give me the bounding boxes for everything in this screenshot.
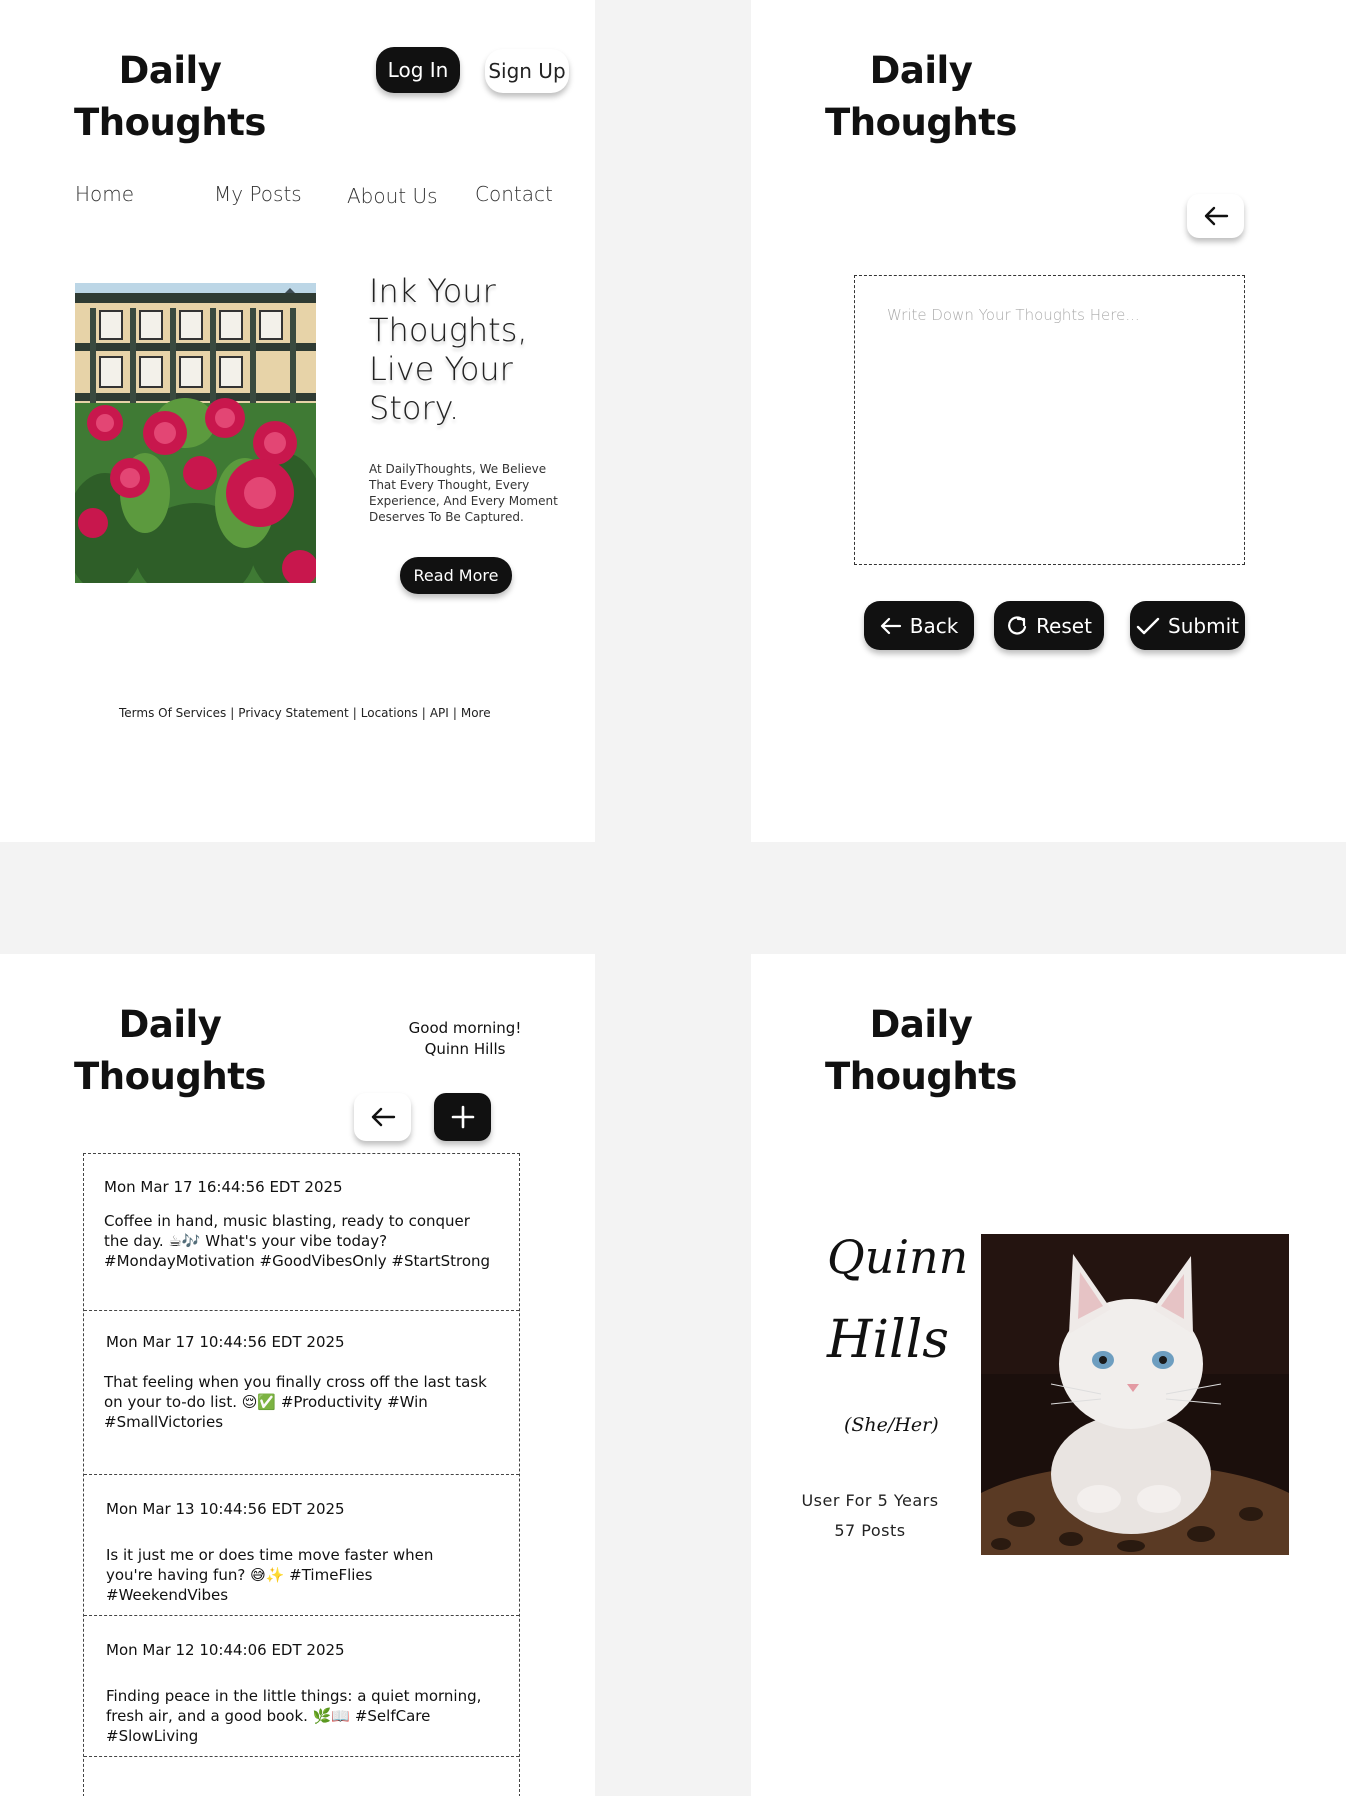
greeting: Good morning! Quinn Hills [390,1018,540,1060]
footer-link-more[interactable]: More [461,706,491,720]
profile-last-name: Hills [827,1310,949,1370]
footer-link-locations[interactable]: Locations [361,706,418,720]
back-button[interactable]: Back [864,601,974,650]
post-text: Is it just me or does time move faster w… [106,1546,434,1604]
brand-logo[interactable]: Daily Thoughts [821,999,1021,1103]
nav-contact[interactable]: Contact [475,182,553,206]
nav-about-us[interactable]: About Us [347,184,438,208]
submit-button[interactable]: Submit [1130,601,1245,650]
check-icon [1136,617,1160,634]
hero-blurb: At DailyThoughts, We Believe That Every … [369,462,558,524]
signup-button[interactable]: Sign Up [485,49,569,93]
reset-button[interactable]: Reset [994,601,1104,650]
new-post-button[interactable] [434,1093,491,1141]
profile-post-count: 57 Posts [834,1521,906,1540]
login-button[interactable]: Log In [376,47,460,93]
post-text: Coffee in hand, music blasting, ready to… [104,1212,491,1270]
thought-input[interactable] [855,276,1244,564]
profile-avatar-cat [981,1234,1289,1555]
arrow-left-icon [1204,206,1228,226]
post-text: That feeling when you finally cross off … [104,1373,487,1431]
profile-first-name: Quinn [827,1230,969,1284]
footer-link-privacy[interactable]: Privacy Statement [238,706,348,720]
post-date: Mon Mar 17 16:44:56 EDT 2025 [104,1178,343,1196]
profile-tenure: User For 5 Years [801,1491,939,1510]
post-card[interactable]: Mon Mar 17 16:44:56 EDT 2025 Coffee in h… [84,1154,519,1311]
brand-logo[interactable]: Daily Thoughts [70,45,270,149]
post-date: Mon Mar 13 10:44:56 EDT 2025 [106,1500,345,1518]
post-card[interactable] [84,1757,519,1796]
read-more-button[interactable]: Read More [400,557,512,594]
back-arrow-button[interactable] [354,1093,411,1141]
hero-flower-image [75,283,316,583]
arrow-left-icon [880,617,901,634]
post-feed: Mon Mar 17 16:44:56 EDT 2025 Coffee in h… [83,1153,520,1796]
post-text: Finding peace in the little things: a qu… [106,1687,482,1745]
footer-links: Terms Of Services | Privacy Statement | Loca… [119,706,491,720]
post-date: Mon Mar 17 10:44:56 EDT 2025 [106,1333,345,1351]
refresh-icon [1008,615,1027,635]
back-arrow-button[interactable] [1187,194,1244,238]
nav-my-posts[interactable]: My Posts [214,182,302,206]
profile-page: Daily Thoughts Quinn Hills (She/Her) Use… [751,954,1346,1796]
post-card[interactable]: Mon Mar 13 10:44:56 EDT 2025 Is it just … [84,1475,519,1616]
footer-link-terms[interactable]: Terms Of Services [119,706,226,720]
user-name: Quinn Hills [424,1040,506,1058]
brand-logo[interactable]: Daily Thoughts [821,45,1021,149]
hero-headline: Ink Your Thoughts, Live Your Story. [369,272,528,427]
brand-logo[interactable]: Daily Thoughts [70,999,270,1103]
plus-icon [451,1105,474,1129]
thought-textarea-box [854,275,1245,565]
compose-page: Daily Thoughts Back Reset Submit [751,0,1346,842]
post-card[interactable]: Mon Mar 17 10:44:56 EDT 2025 That feelin… [84,1311,519,1475]
arrow-left-icon [371,1107,395,1127]
post-card[interactable]: Mon Mar 12 10:44:06 EDT 2025 Finding pea… [84,1616,519,1757]
feed-page: Daily Thoughts Good morning! Quinn Hills… [0,954,595,1796]
profile-pronouns: (She/Her) [844,1414,939,1436]
footer-link-api[interactable]: API [430,706,449,720]
nav-home[interactable]: Home [75,182,134,206]
landing-page: Daily Thoughts Log In Sign Up Home My Po… [0,0,595,842]
post-date: Mon Mar 12 10:44:06 EDT 2025 [106,1641,345,1659]
